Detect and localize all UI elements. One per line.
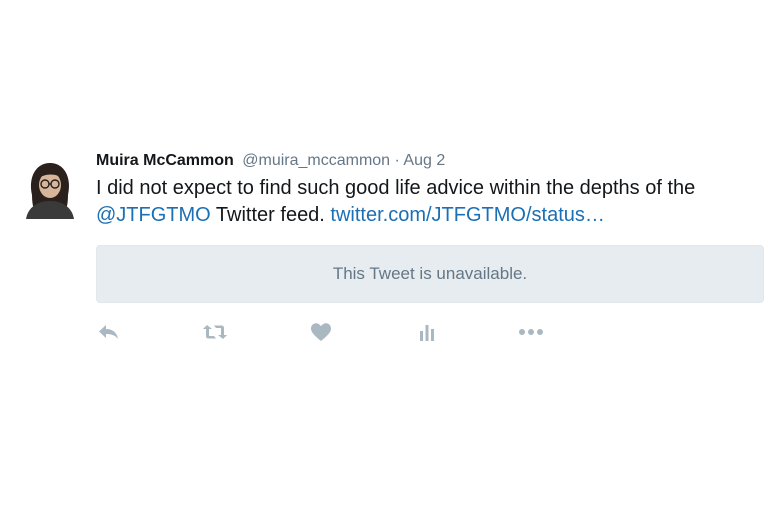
status-link[interactable]: twitter.com/JTFGTMO/status…: [330, 204, 604, 226]
retweet-button[interactable]: [202, 321, 228, 343]
author-handle[interactable]: @muira_mccammon: [242, 152, 390, 169]
like-button[interactable]: [308, 321, 334, 343]
reply-icon: [99, 325, 118, 339]
quoted-tweet-notice: This Tweet is unavailable.: [332, 264, 528, 283]
tweet-header: Muira McCammon @muira_mccammon · Aug 2: [96, 150, 764, 172]
heart-icon: [311, 323, 331, 341]
tweet-actions: [96, 317, 764, 347]
more-icon: [519, 329, 543, 335]
more-button[interactable]: [518, 321, 544, 343]
quoted-tweet-unavailable: This Tweet is unavailable.: [96, 245, 764, 303]
tweet-text: I did not expect to find such good life …: [96, 175, 764, 229]
avatar-image: [18, 155, 82, 219]
analytics-button[interactable]: [414, 321, 440, 343]
reply-button[interactable]: [96, 321, 122, 343]
retweet-icon: [203, 325, 227, 339]
header-separator: ·: [394, 152, 400, 169]
tweet-text-part2: Twitter feed.: [210, 204, 331, 226]
author-name[interactable]: Muira McCammon: [96, 152, 234, 169]
avatar[interactable]: [18, 155, 82, 219]
tweet-text-part1: I did not expect to find such good life …: [96, 177, 696, 199]
analytics-icon: [420, 325, 434, 341]
mention-link[interactable]: @JTFGTMO: [96, 204, 211, 226]
tweet-content: Muira McCammon @muira_mccammon · Aug 2 I…: [96, 150, 764, 347]
tweet-date[interactable]: Aug 2: [403, 152, 445, 169]
